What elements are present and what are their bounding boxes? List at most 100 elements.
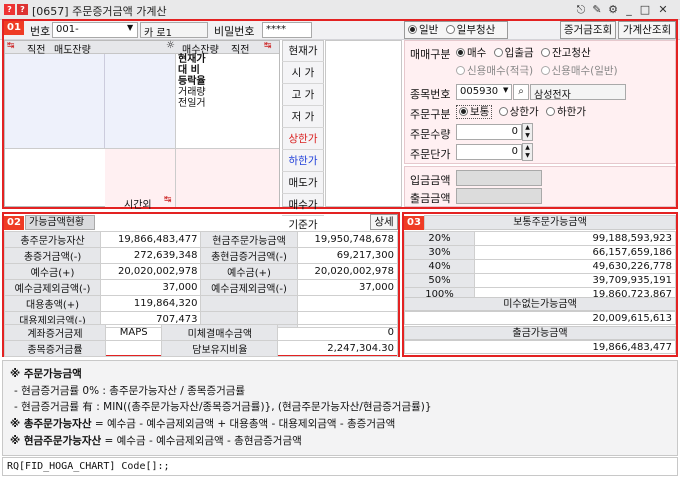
order-type-group: 보통 상한가 하한가: [456, 104, 616, 119]
after-hours-label: 시간외: [124, 200, 152, 211]
summary-label-right: 현금주문가능금액: [200, 231, 298, 248]
label-low: 저 가: [282, 106, 324, 128]
gear-icon[interactable]: ☼: [166, 40, 175, 51]
radio-buy[interactable]: [456, 48, 465, 57]
opt-credit-normal-label: 신용매수(일반): [551, 65, 618, 77]
rate-value: 66,157,659,186: [474, 245, 676, 260]
opt-buy-label: 매수: [467, 47, 487, 59]
radio-deposit[interactable]: [493, 48, 503, 57]
close-icon[interactable]: ✕: [656, 3, 670, 17]
qty-stepper[interactable]: ▲ ▼: [522, 123, 533, 141]
opt-normal-label: 보통: [470, 106, 490, 118]
notes-line-3-head: ※ 총주문가능자산: [10, 418, 92, 430]
summary-value-right: 0: [277, 324, 398, 341]
radio-lower[interactable]: [546, 107, 555, 116]
price-value-column: [325, 40, 402, 207]
info-icon[interactable]: ?: [17, 4, 28, 15]
rate-value: 39,709,935,191: [474, 273, 676, 288]
rate-row: 30% 66,157,659,186: [404, 245, 676, 260]
info-line-0: 현재가: [178, 54, 206, 65]
summary-value: 37,000: [100, 279, 202, 296]
rate-percent: 20%: [404, 231, 475, 246]
chevron-down-icon-code[interactable]: ▼: [503, 86, 508, 94]
deposit-input[interactable]: [456, 170, 542, 186]
rate-row: 40% 49,630,226,778: [404, 259, 676, 274]
badge-02: 02: [4, 216, 24, 230]
deposit-label: 입금금액: [410, 174, 451, 187]
maximize-icon[interactable]: □: [638, 3, 652, 17]
radio-normal[interactable]: [459, 107, 468, 116]
summary-label: 종목증거금률: [4, 340, 106, 357]
notes-title: ※ 주문가능금액: [10, 368, 82, 380]
label-upper: 상한가: [282, 128, 324, 150]
summary-row: 예수금제외금액(-) 37,000 예수금제외금액(-) 37,000: [3, 279, 399, 296]
notes-line-2: - 현금증거금률 有 : MIN((총주문가능자산/종목증거금률)}, (현금주…: [14, 401, 432, 413]
minimize-icon[interactable]: _: [622, 3, 636, 17]
opt-upper-label: 상한가: [509, 106, 539, 118]
price-label: 주문단가: [410, 148, 451, 161]
pin-icon[interactable]: ✎: [590, 3, 604, 17]
summary-row: 대용총액(+) 119,864,320: [3, 295, 399, 312]
no-margin-value: 20,009,615,613: [404, 311, 676, 325]
rate-value: 49,630,226,778: [474, 259, 676, 274]
summary-label-right: 예수금제외금액(-): [200, 279, 298, 296]
summary-row: 예수금(+) 20,020,002,978 예수금(+) 20,020,002,978: [3, 263, 399, 280]
notes-line-1: - 현금증거금률 0% : 총주문가능자산 / 종목증거금률: [14, 385, 246, 397]
price-stepper[interactable]: ▲ ▼: [522, 143, 533, 161]
help-icon[interactable]: ?: [4, 4, 15, 15]
rate-percent: 50%: [404, 273, 475, 288]
summary-value-right: [296, 295, 399, 312]
notes-line-3: ※ 총주문가능자산 = 예수금 - 예수금제외금액 + 대용총액 - 대용제외금…: [10, 416, 395, 431]
status-bar: RQ[FID_HOGA_CHART] Code[]:;: [2, 457, 678, 476]
summary-value-right: 37,000: [296, 279, 399, 296]
badge-03: 03: [404, 216, 424, 230]
summary-label-right: 미체결매수금액: [161, 324, 279, 341]
summary-table: 총주문가능자산 19,866,483,477 현금주문가능금액 19,950,748,…: [3, 231, 399, 328]
summary-value-right: 69,217,300: [296, 247, 399, 264]
summary-value: 272,639,348: [100, 247, 202, 264]
detail-button[interactable]: 상세: [370, 214, 398, 230]
radio-upper[interactable]: [498, 107, 508, 116]
summary-value: 19,866,483,477: [100, 231, 202, 248]
stock-name: 삼성전자: [530, 84, 626, 100]
radio-clear[interactable]: [541, 48, 550, 57]
withdrawable-label: 출금가능금액: [404, 326, 676, 340]
settings-icon[interactable]: ⚙: [606, 3, 620, 17]
link-icon[interactable]: ⎋: [574, 3, 588, 17]
opt-credit-active-label: 신용매수(적극): [467, 65, 534, 77]
summary-value: 119,864,320: [100, 295, 202, 312]
summary-label-right: 예수금(+): [200, 263, 298, 280]
tab-available[interactable]: 가능금액현황: [25, 215, 95, 230]
radio-credit-normal[interactable]: [540, 66, 550, 75]
swap-icon-right[interactable]: ↹: [264, 41, 272, 51]
withdraw-label: 출금금액: [410, 192, 451, 205]
summary-label-right: [200, 295, 298, 312]
search-icon[interactable]: ⌕: [513, 84, 529, 100]
rate-percent: 30%: [404, 245, 475, 260]
label-ask: 매도가: [282, 172, 324, 194]
rate-percent: 40%: [404, 259, 475, 274]
opt-deposit-label: 입출금: [504, 47, 534, 59]
swap-icon-bottom[interactable]: ↹: [164, 195, 172, 205]
summary-label: 예수금제외금액(-): [3, 279, 102, 296]
swap-icon[interactable]: ↹: [7, 41, 15, 51]
radio-credit-active[interactable]: [456, 66, 465, 75]
summary-label-right: 담보유지비율: [161, 340, 279, 357]
opt-lower-label: 하한가: [557, 106, 586, 118]
rate-row: 20% 99,188,593,923: [404, 231, 676, 246]
normal-order-header: 보통주문가능금액: [424, 215, 676, 230]
withdraw-input[interactable]: [456, 188, 542, 204]
window-title: [0657] 주문증거금액 가계산: [32, 5, 167, 18]
info-line-3: 거래량: [178, 87, 206, 98]
summary-label: 예수금(+): [3, 263, 102, 280]
radio-normal-wrap[interactable]: 보통: [456, 105, 493, 119]
summary-value: 20,020,002,978: [100, 263, 202, 280]
summary-value-right: 2,247,304.30: [277, 340, 398, 357]
info-area: 현재가 대 비 등락율 거래량 전일거: [175, 54, 279, 148]
qty-input[interactable]: 0: [456, 124, 522, 140]
order-type-label: 주문구분: [410, 108, 451, 121]
label-lower: 하한가: [282, 150, 324, 172]
label-high: 고 가: [282, 84, 324, 106]
withdrawable-value: 19,866,483,477: [404, 340, 676, 354]
price-input[interactable]: 0: [456, 144, 522, 160]
